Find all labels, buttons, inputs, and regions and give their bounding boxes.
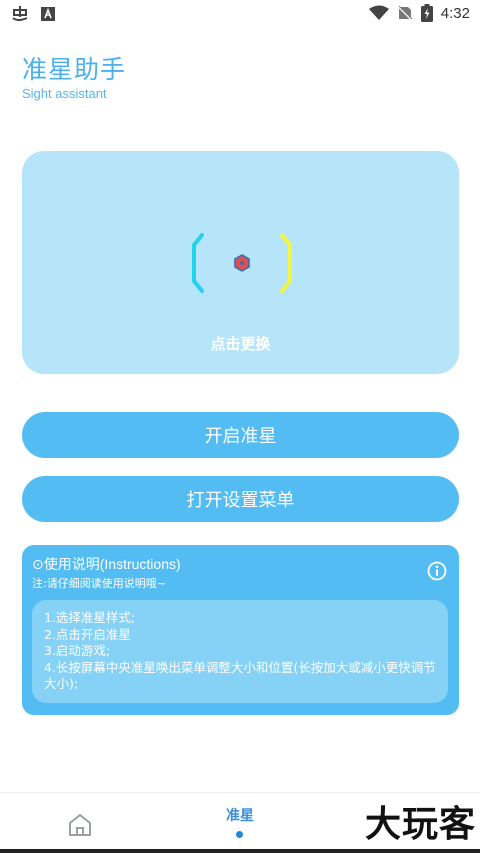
status-time: 4:32 — [440, 4, 470, 22]
instructions-note: 注:请仔细阅读使用说明哦~ — [32, 577, 166, 590]
status-bar: 4:32 — [0, 0, 480, 28]
bottom-nav: 准星 大玩客 — [0, 792, 480, 853]
crosshair-preview-icon — [192, 233, 292, 293]
start-crosshair-button[interactable]: 开启准星 — [22, 412, 459, 458]
home-icon[interactable] — [66, 812, 94, 838]
status-bar-right: 4:32 — [368, 4, 470, 22]
watermark-logo: 大玩客 — [364, 804, 476, 845]
wifi-icon — [368, 5, 389, 20]
bottom-edge — [0, 849, 480, 853]
active-tab-indicator — [236, 831, 243, 838]
instruction-step: 4.长按屏幕中央准星唤出菜单调整大小和位置(长按加大或减小更快调节大小); — [44, 659, 436, 692]
tab-crosshair[interactable]: 准星 — [218, 805, 262, 825]
change-style-label: 点击更换 — [210, 335, 271, 353]
app-subtitle: Sight assistant — [22, 86, 107, 101]
instructions-card: ⊙使用说明(Instructions) 注:请仔细阅读使用说明哦~ 1.选择准星… — [22, 545, 459, 715]
open-settings-menu-button[interactable]: 打开设置菜单 — [22, 476, 459, 522]
info-icon[interactable] — [427, 561, 447, 581]
crosshair-preview-card[interactable]: 点击更换 — [22, 151, 459, 374]
notification-a-icon — [41, 7, 55, 21]
instructions-title: ⊙使用说明(Instructions) — [32, 556, 181, 572]
instruction-step: 3.启动游戏; — [44, 643, 111, 658]
status-bar-left — [10, 5, 56, 23]
instruction-step: 1.选择准星样式; — [44, 610, 136, 625]
battery-icon — [420, 4, 433, 22]
no-sim-icon — [397, 5, 413, 21]
instruction-step: 2.点击开启准星 — [44, 626, 131, 642]
notification-app-icon — [12, 6, 28, 21]
instructions-steps: 1.选择准星样式; 2.点击开启准星 3.启动游戏; 4.长按屏幕中央准星唤出菜… — [32, 600, 448, 703]
app-title: 准星助手 — [22, 55, 127, 84]
